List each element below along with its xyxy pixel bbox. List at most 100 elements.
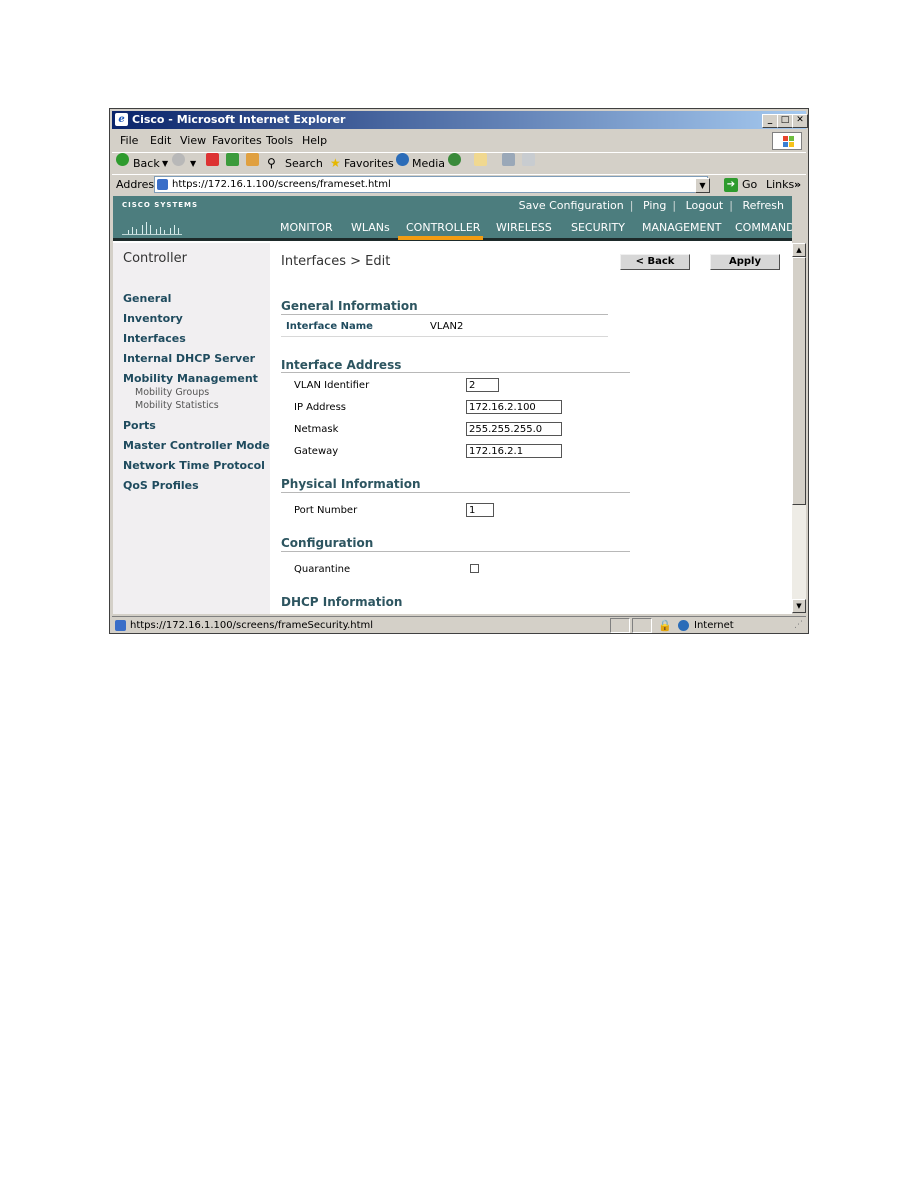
quarantine-label: Quarantine [294, 564, 351, 575]
sidebar-item-general[interactable]: General [123, 292, 171, 305]
refresh-icon[interactable] [226, 153, 239, 166]
media-button[interactable]: Media [412, 153, 445, 174]
nav-wlans[interactable]: WLANs [351, 221, 390, 234]
toolbar: Back ▼ ▼ ⚲ Search ★ Favorites Media [112, 152, 806, 174]
media-icon[interactable] [396, 153, 409, 166]
cisco-logo-bars [122, 214, 182, 235]
port-number-input[interactable] [466, 503, 494, 517]
status-pane [610, 618, 630, 633]
apply-button[interactable]: Apply [710, 254, 780, 270]
favorites-button[interactable]: Favorites [344, 153, 394, 174]
sidebar-subitem-mobility-statistics[interactable]: Mobility Statistics [135, 400, 219, 411]
sidebar-item-ports[interactable]: Ports [123, 419, 156, 432]
back-button[interactable]: Back [133, 153, 160, 174]
favorites-star-icon[interactable]: ★ [330, 153, 341, 174]
sidebar-item-inventory[interactable]: Inventory [123, 312, 183, 325]
divider [281, 372, 630, 373]
refresh-link[interactable]: Refresh [742, 199, 784, 212]
minimize-button[interactable]: _ [762, 114, 778, 128]
main-content: Interfaces > Edit < Back Apply General I… [270, 243, 792, 614]
home-icon[interactable] [246, 153, 259, 166]
netmask-input[interactable] [466, 422, 562, 436]
dhcp-information-heading: DHCP Information [281, 595, 403, 609]
sidebar: Controller General Inventory Interfaces … [113, 243, 270, 614]
vlan-identifier-label: VLAN Identifier [294, 380, 370, 391]
divider [281, 551, 630, 552]
lock-icon: 🔒 [658, 619, 672, 632]
save-configuration-link[interactable]: Save Configuration [519, 199, 624, 212]
ip-address-input[interactable] [466, 400, 562, 414]
resize-grip-icon[interactable]: ⋰ [794, 617, 803, 633]
scroll-thumb[interactable] [792, 257, 806, 505]
page-icon [157, 179, 168, 190]
gateway-input[interactable] [466, 444, 562, 458]
go-button[interactable]: Go [742, 175, 757, 195]
back-dropdown-icon[interactable]: ▼ [162, 153, 168, 174]
internet-zone-icon [678, 620, 689, 631]
maximize-button[interactable]: □ [777, 114, 793, 128]
history-icon[interactable] [448, 153, 461, 166]
menu-view[interactable]: View [180, 131, 206, 151]
go-arrow-icon[interactable]: ➔ [724, 178, 738, 192]
title-bar: e Cisco - Microsoft Internet Explorer _ … [112, 111, 808, 129]
configuration-heading: Configuration [281, 536, 374, 550]
physical-information-heading: Physical Information [281, 477, 421, 491]
address-input[interactable]: https://172.16.1.100/screens/frameset.ht… [154, 176, 708, 193]
port-number-label: Port Number [294, 505, 358, 516]
interface-name-label: Interface Name [286, 321, 373, 332]
address-bar: Address https://172.16.1.100/screens/fra… [112, 174, 806, 195]
links-chevron-icon[interactable]: » [794, 175, 801, 195]
back-button-page[interactable]: < Back [620, 254, 690, 270]
menu-edit[interactable]: Edit [150, 131, 171, 151]
sidebar-item-qos-profiles[interactable]: QoS Profiles [123, 479, 199, 492]
general-information-heading: General Information [281, 299, 418, 313]
back-arrow-icon[interactable] [116, 153, 129, 166]
vlan-identifier-input[interactable] [466, 378, 499, 392]
status-zone: Internet [694, 620, 734, 631]
search-icon[interactable]: ⚲ [267, 153, 276, 174]
logout-link[interactable]: Logout [686, 199, 724, 212]
mail-icon[interactable] [474, 153, 487, 166]
page-viewport: CISCO SYSTEMS Save Configuration | Ping | … [113, 196, 792, 614]
nav-security[interactable]: SECURITY [571, 221, 625, 234]
cisco-logo: CISCO SYSTEMS [122, 201, 199, 209]
sidebar-item-master-controller-mode[interactable]: Master Controller Mode [123, 439, 270, 452]
nav-commands[interactable]: COMMANDS [735, 221, 792, 234]
quarantine-checkbox[interactable] [470, 564, 479, 573]
stop-icon[interactable] [206, 153, 219, 166]
close-button[interactable]: ✕ [792, 114, 808, 128]
forward-dropdown-icon[interactable]: ▼ [190, 153, 196, 174]
active-tab-indicator [398, 236, 483, 240]
status-url: https://172.16.1.100/screens/frameSecuri… [130, 620, 374, 631]
scroll-down-icon[interactable]: ▼ [792, 599, 806, 613]
print-icon[interactable] [502, 153, 515, 166]
scroll-up-icon[interactable]: ▲ [792, 243, 806, 257]
edit-icon[interactable] [522, 153, 535, 166]
menu-help[interactable]: Help [302, 131, 327, 151]
cisco-header: CISCO SYSTEMS Save Configuration | Ping | … [113, 196, 792, 241]
vertical-scrollbar[interactable]: ▲ ▼ [792, 243, 806, 613]
sidebar-item-interfaces[interactable]: Interfaces [123, 332, 186, 345]
search-button[interactable]: Search [285, 153, 323, 174]
divider [281, 314, 608, 315]
divider [281, 336, 608, 337]
menu-favorites[interactable]: Favorites [212, 131, 262, 151]
page-title: Interfaces > Edit [281, 254, 391, 269]
nav-management[interactable]: MANAGEMENT [642, 221, 721, 234]
address-dropdown-icon[interactable]: ▼ [695, 178, 710, 193]
menu-tools[interactable]: Tools [266, 131, 293, 151]
sidebar-item-mobility-management[interactable]: Mobility Management [123, 372, 258, 385]
header-links: Save Configuration | Ping | Logout | Refres… [518, 199, 784, 212]
menu-file[interactable]: File [120, 131, 138, 151]
sidebar-item-network-time-protocol[interactable]: Network Time Protocol [123, 459, 265, 472]
links-button[interactable]: Links [766, 175, 794, 195]
ping-link[interactable]: Ping [643, 199, 666, 212]
forward-arrow-icon[interactable] [172, 153, 185, 166]
nav-wireless[interactable]: WIRELESS [496, 221, 552, 234]
address-url[interactable]: https://172.16.1.100/screens/frameset.ht… [172, 177, 391, 192]
sidebar-item-internal-dhcp-server[interactable]: Internal DHCP Server [123, 352, 255, 365]
nav-controller[interactable]: CONTROLLER [406, 221, 480, 234]
nav-monitor[interactable]: MONITOR [280, 221, 333, 234]
sidebar-subitem-mobility-groups[interactable]: Mobility Groups [135, 387, 209, 398]
interface-name-value: VLAN2 [430, 321, 464, 332]
